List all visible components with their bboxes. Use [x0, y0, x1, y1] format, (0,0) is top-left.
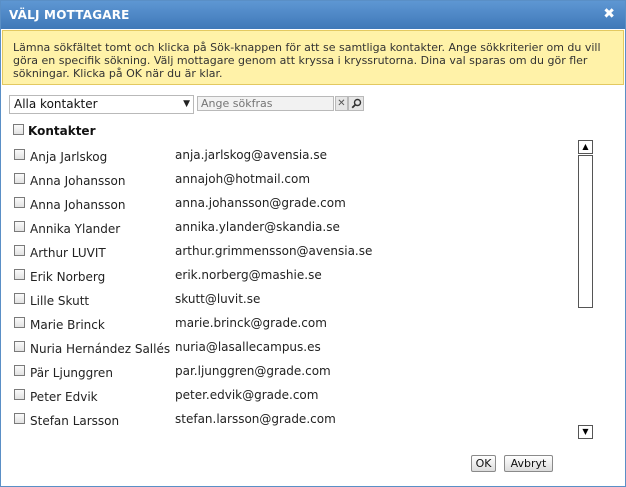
contact-email: arthur.grimmensson@avensia.se: [175, 244, 373, 258]
contact-checkbox[interactable]: [14, 293, 25, 304]
contact-checkbox[interactable]: [14, 341, 25, 352]
contact-name: Lille Skutt: [30, 294, 90, 308]
contact-checkbox[interactable]: [14, 389, 25, 400]
contact-email: marie.brinck@grade.com: [175, 316, 327, 330]
chevron-down-icon: ▼: [183, 99, 190, 109]
contact-name: Anna Johansson: [30, 174, 126, 188]
search-button[interactable]: [348, 96, 364, 111]
contact-name: Annika Ylander: [30, 222, 121, 236]
scroll-up-icon[interactable]: ▲: [578, 140, 593, 154]
search-input[interactable]: [197, 96, 334, 111]
close-icon[interactable]: ✖: [603, 6, 615, 22]
contact-checkbox[interactable]: [14, 365, 25, 376]
contact-checkbox[interactable]: [14, 173, 25, 184]
contact-row[interactable]: Annika Ylander annika.ylander@skandia.se: [9, 212, 569, 236]
contact-row[interactable]: Lille Skutt skutt@luvit.se: [9, 284, 569, 308]
contact-checkbox[interactable]: [14, 197, 25, 208]
contact-row[interactable]: Anna Johansson annajoh@hotmail.com: [9, 164, 569, 188]
dialog-titlebar: VÄLJ MOTTAGARE ✖: [1, 1, 625, 29]
contact-row[interactable]: Erik Norberg erik.norberg@mashie.se: [9, 260, 569, 284]
contact-email: annajoh@hotmail.com: [175, 172, 311, 186]
scroll-down-icon[interactable]: ▼: [578, 425, 593, 439]
contacts-group-label: Kontakter: [28, 124, 96, 138]
ok-button[interactable]: OK: [471, 455, 496, 472]
search-icon: [351, 98, 362, 109]
contact-name: Anna Johansson: [30, 198, 126, 212]
contact-name: Nuria Hernández Sallés: [30, 342, 171, 356]
contact-checkbox[interactable]: [14, 269, 25, 280]
contact-email: par.ljunggren@grade.com: [175, 364, 331, 378]
contact-filter-value: Alla kontakter: [14, 97, 98, 111]
contact-email: annika.ylander@skandia.se: [175, 220, 340, 234]
info-text: Lämna sökfältet tomt och klicka på Sök-k…: [13, 41, 601, 80]
recipient-dialog: VÄLJ MOTTAGARE ✖ Lämna sökfältet tomt oc…: [0, 0, 626, 487]
contact-name: Marie Brinck: [30, 318, 105, 332]
contact-email: peter.edvik@grade.com: [175, 388, 319, 402]
contact-email: stefan.larsson@grade.com: [175, 412, 336, 426]
contact-row[interactable]: Stefan Larsson stefan.larsson@grade.com: [9, 404, 569, 428]
contact-row[interactable]: Anja Jarlskog anja.jarlskog@avensia.se: [9, 140, 569, 164]
contact-filter-select[interactable]: Alla kontakter ▼: [9, 95, 194, 114]
contact-list: Anja Jarlskog anja.jarlskog@avensia.se Ann…: [9, 140, 609, 440]
contact-name: Stefan Larsson: [30, 414, 120, 428]
contact-email: nuria@lasallecampus.es: [175, 340, 321, 354]
contact-name: Pär Ljunggren: [30, 366, 113, 380]
info-box: Lämna sökfältet tomt och klicka på Sök-k…: [2, 30, 624, 85]
dialog-title: VÄLJ MOTTAGARE: [9, 8, 130, 22]
contact-row[interactable]: Peter Edvik peter.edvik@grade.com: [9, 380, 569, 404]
contact-list-scrollbar[interactable]: ▲ ▼: [578, 140, 593, 439]
scrollbar-thumb[interactable]: [578, 155, 593, 308]
contact-row[interactable]: Marie Brinck marie.brinck@grade.com: [9, 308, 569, 332]
contact-checkbox[interactable]: [14, 221, 25, 232]
contact-row[interactable]: Nuria Hernández Sallés nuria@lasallecampu…: [9, 332, 569, 356]
select-all-checkbox[interactable]: [13, 124, 24, 135]
contact-checkbox[interactable]: [14, 413, 25, 424]
contact-name: Anja Jarlskog: [30, 150, 108, 164]
contact-email: erik.norberg@mashie.se: [175, 268, 322, 282]
contact-row[interactable]: Pär Ljunggren par.ljunggren@grade.com: [9, 356, 569, 380]
clear-search-icon[interactable]: ✕: [335, 96, 348, 111]
contact-checkbox[interactable]: [14, 317, 25, 328]
contact-name: Peter Edvik: [30, 390, 98, 404]
contact-email: anja.jarlskog@avensia.se: [175, 148, 327, 162]
contact-name: Arthur LUVIT: [30, 246, 106, 260]
cancel-button[interactable]: Avbryt: [504, 455, 553, 472]
contact-checkbox[interactable]: [14, 245, 25, 256]
contact-row[interactable]: Arthur LUVIT arthur.grimmensson@avensia.s…: [9, 236, 569, 260]
contact-email: anna.johansson@grade.com: [175, 196, 346, 210]
contact-name: Erik Norberg: [30, 270, 106, 284]
contact-email: skutt@luvit.se: [175, 292, 261, 306]
contact-row[interactable]: Anna Johansson anna.johansson@grade.com: [9, 188, 569, 212]
contact-checkbox[interactable]: [14, 149, 25, 160]
